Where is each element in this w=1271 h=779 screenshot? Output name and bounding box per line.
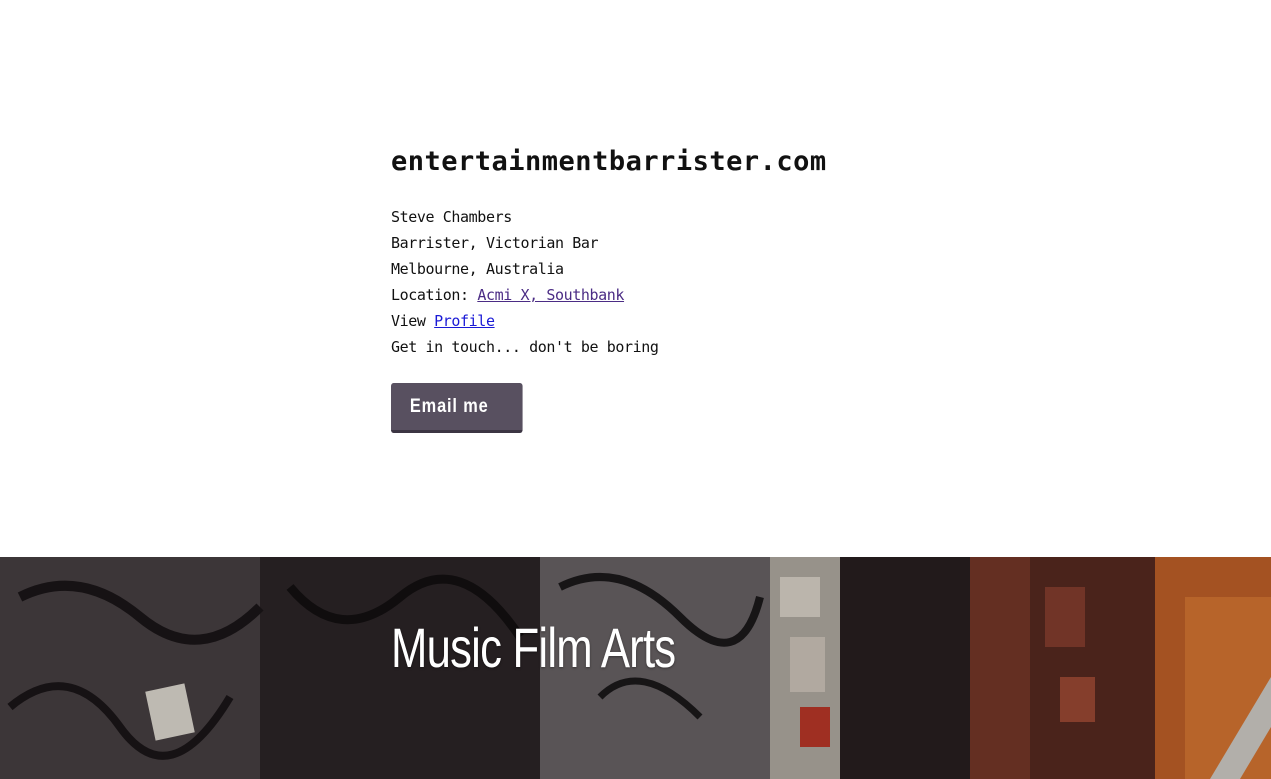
- profile-line: View Profile: [391, 308, 991, 334]
- view-prefix: View: [391, 312, 435, 330]
- email-me-button[interactable]: Email me: [391, 383, 523, 433]
- contact-name: Steve Chambers: [391, 208, 512, 226]
- location-prefix: Location:: [391, 286, 478, 304]
- contact-details: Steve Chambers Barrister, Victorian Bar …: [391, 204, 991, 360]
- contact-block: entertainmentbarrister.com Steve Chamber…: [391, 140, 991, 433]
- location-link[interactable]: Acmi X, Southbank: [477, 286, 624, 304]
- location-line: Location: Acmi X, Southbank: [391, 282, 991, 308]
- intro-section: entertainmentbarrister.com Steve Chamber…: [0, 0, 1271, 557]
- profile-link[interactable]: Profile: [434, 312, 495, 330]
- banner-title: Music Film Arts: [391, 616, 676, 679]
- contact-role: Barrister, Victorian Bar: [391, 234, 599, 252]
- hero-banner: Music Film Arts: [0, 557, 1271, 779]
- contact-city: Melbourne, Australia: [391, 260, 564, 278]
- site-title: entertainmentbarrister.com: [391, 146, 827, 177]
- tagline: Get in touch... don't be boring: [391, 338, 659, 356]
